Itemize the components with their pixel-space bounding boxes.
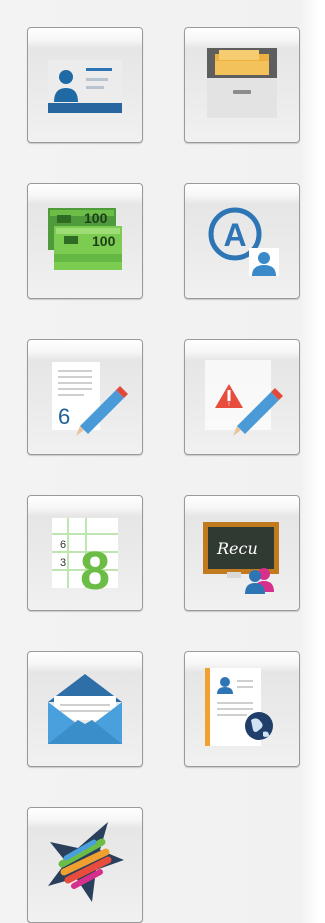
- banknotes-tile[interactable]: 100 100: [27, 183, 143, 299]
- grade-three: 3: [60, 557, 66, 569]
- user-account-icon: A: [208, 207, 279, 276]
- star-icon: [48, 822, 124, 902]
- banknote-value-front: 100: [92, 233, 116, 249]
- star-tile[interactable]: [27, 807, 143, 923]
- banknote-value-back: 100: [84, 210, 108, 226]
- contact-book-icon: [205, 668, 273, 746]
- grade-edit-icon: 6: [52, 362, 128, 436]
- blackboard-icon: Recu: [203, 522, 279, 594]
- mail-tile[interactable]: [27, 651, 143, 767]
- grade-eight: 8: [80, 541, 110, 601]
- user-account-tile[interactable]: A: [184, 183, 300, 299]
- id-card-icon: [48, 60, 122, 113]
- file-cabinet-tile[interactable]: [184, 27, 300, 143]
- directory-tile[interactable]: [184, 651, 300, 767]
- grade-six: 6: [60, 539, 66, 551]
- blackboard-tile[interactable]: Recu: [184, 495, 300, 611]
- banknotes-icon: 100 100: [48, 208, 122, 270]
- envelope-icon: [48, 674, 122, 744]
- warning-edit-icon: !: [205, 360, 283, 436]
- warning-edit-tile[interactable]: !: [184, 339, 300, 455]
- grade-digit: 6: [58, 404, 70, 429]
- id-card-tile[interactable]: [27, 27, 143, 143]
- account-letter: A: [223, 217, 246, 253]
- file-cabinet-icon: [207, 48, 277, 118]
- icon-launcher-panel: 100 100 A 6 ! 6 3 8 Recu: [0, 0, 325, 923]
- grades-table-icon: 6 3 8: [52, 518, 118, 601]
- grades-table-tile[interactable]: 6 3 8: [27, 495, 143, 611]
- blackboard-text: Recu: [216, 539, 258, 558]
- grade-edit-tile[interactable]: 6: [27, 339, 143, 455]
